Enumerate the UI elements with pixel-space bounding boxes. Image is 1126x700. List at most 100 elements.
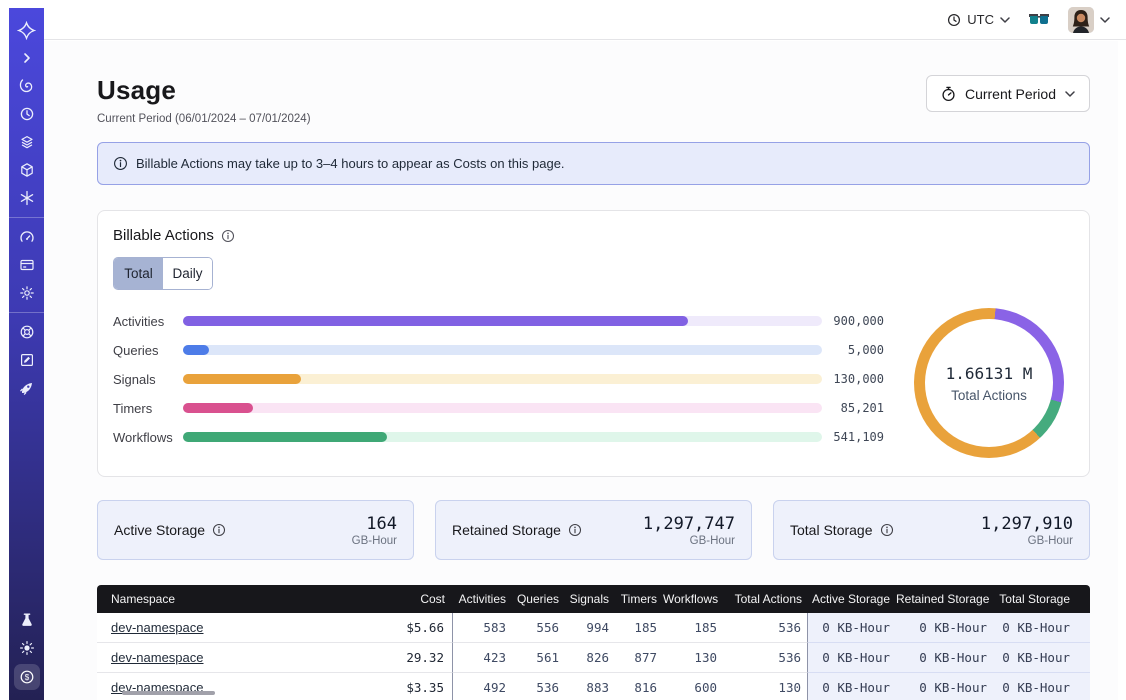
dollar-coin-icon[interactable]: $ [14,664,40,690]
main-content: Usage Current Period (06/01/2024 – 07/01… [44,41,1118,700]
billable-actions-tabs: Total Daily [113,257,213,290]
bar-label: Activities [113,314,183,329]
topbar: UTC [44,0,1126,40]
sidebar-divider [9,312,44,313]
retained-storage-label: Retained Storage [452,522,561,538]
usage-bar-signals: Signals130,000 [113,369,884,389]
bar-fill [183,374,301,384]
info-banner: Billable Actions may take up to 3–4 hour… [97,142,1090,185]
usage-bar-workflows: Workflows541,109 [113,427,884,447]
user-menu[interactable] [1068,7,1110,33]
gear-icon[interactable] [13,279,41,307]
active-storage-label: Active Storage [114,522,205,538]
period-button-label: Current Period [965,86,1056,102]
cell-timers: 877 [615,643,663,673]
page-header: Usage Current Period (06/01/2024 – 07/01… [97,75,1090,125]
rocket-icon[interactable] [13,374,41,402]
cell-signals: 994 [565,613,615,643]
cell-cost: $5.66 [397,613,453,643]
clock-history-icon[interactable] [13,100,41,128]
info-icon[interactable] [880,523,894,537]
svg-text:$: $ [24,673,29,682]
info-icon[interactable] [221,229,235,243]
timezone-label: UTC [967,12,994,27]
avatar [1068,7,1094,33]
sidebar-divider [9,217,44,218]
cell-workflows: 130 [663,643,723,673]
cell-active-storage: 0 KB-Hour [808,643,896,673]
tab-daily[interactable]: Daily [163,258,212,289]
cell-signals: 883 [565,673,615,700]
retained-storage-unit: GB-Hour [643,535,735,547]
cell-namespace: dev-namespace [97,643,397,673]
total-actions-donut-chart: 1.66131 M Total Actions [914,308,1064,458]
column-header-total-actions: Total Actions [723,585,808,613]
bar-label: Signals [113,372,183,387]
gauge-icon[interactable] [13,223,41,251]
cell-retained-storage: 0 KB-Hour [896,613,993,643]
usage-bar-queries: Queries5,000 [113,340,884,360]
cell-retained-storage: 0 KB-Hour [896,643,993,673]
cell-namespace: dev-namespace [97,613,397,643]
chevron-right-icon[interactable] [13,44,41,72]
info-icon [113,156,128,171]
active-storage-unit: GB-Hour [352,535,397,547]
namespace-link[interactable]: dev-namespace [111,650,204,665]
total-storage-card: Total Storage 1,297,910 GB-Hour [773,500,1090,560]
docs-icon[interactable] [13,346,41,374]
banner-text: Billable Actions may take up to 3–4 hour… [136,156,565,171]
temporal-logo[interactable] [13,16,41,44]
cell-timers: 816 [615,673,663,700]
billable-actions-title: Billable Actions [113,227,214,244]
info-icon[interactable] [568,523,582,537]
layers-icon[interactable] [13,128,41,156]
tab-total[interactable]: Total [114,258,163,289]
active-storage-card: Active Storage 164 GB-Hour [97,500,414,560]
column-header-namespace: Namespace [97,585,397,613]
cell-total-storage: 0 KB-Hour [993,673,1090,700]
cell-cost: $3.35 [397,673,453,700]
timezone-selector[interactable]: UTC [947,12,1010,27]
sidebar: $ [9,8,44,700]
sun-icon[interactable] [13,634,41,662]
cell-namespace: dev-namespace [97,673,397,700]
nexus-asterisk-icon[interactable] [13,184,41,212]
usage-bar-activities: Activities 900,000 [113,311,884,331]
table-row: dev-namespace$3.354925368838166001300 KB… [97,673,1090,700]
cell-activities: 583 [453,613,512,643]
bar-label: Queries [113,343,183,358]
glasses-icon[interactable] [1028,13,1050,27]
credit-card-icon[interactable] [13,251,41,279]
column-header-cost: Cost [397,585,453,613]
period-selector-button[interactable]: Current Period [926,75,1090,112]
stopwatch-icon [941,86,956,102]
namespace-link[interactable]: dev-namespace [111,620,204,635]
column-header-queries: Queries [512,585,565,613]
cell-total-storage: 0 KB-Hour [993,613,1090,643]
donut-total-value: 1.66131 M [946,364,1033,383]
bar-fill [183,432,387,442]
lifebuoy-icon[interactable] [13,318,41,346]
cube-icon[interactable] [13,156,41,184]
billable-actions-bar-chart: Activities 900,000 Queries5,000 Signals130,… [113,311,884,447]
spiral-icon[interactable] [13,72,41,100]
column-header-total-storage: Total Storage [993,585,1090,613]
bar-track [183,345,822,355]
bar-value: 85,201 [830,401,884,415]
cell-signals: 826 [565,643,615,673]
cell-workflows: 185 [663,613,723,643]
column-header-timers: Timers [615,585,663,613]
info-icon[interactable] [212,523,226,537]
bar-label: Timers [113,401,183,416]
total-storage-label: Total Storage [790,522,873,538]
bar-track [183,432,822,442]
table-header-row: NamespaceCostActivitiesQueriesSignalsTim… [97,585,1090,613]
cell-active-storage: 0 KB-Hour [808,613,896,643]
horizontal-scrollbar-thumb[interactable] [122,691,215,695]
cell-timers: 185 [615,613,663,643]
bar-value: 541,109 [830,430,884,444]
bar-value: 900,000 [830,314,884,328]
retained-storage-value: 1,297,747 [643,514,735,534]
column-header-signals: Signals [565,585,615,613]
flask-icon[interactable] [13,606,41,634]
